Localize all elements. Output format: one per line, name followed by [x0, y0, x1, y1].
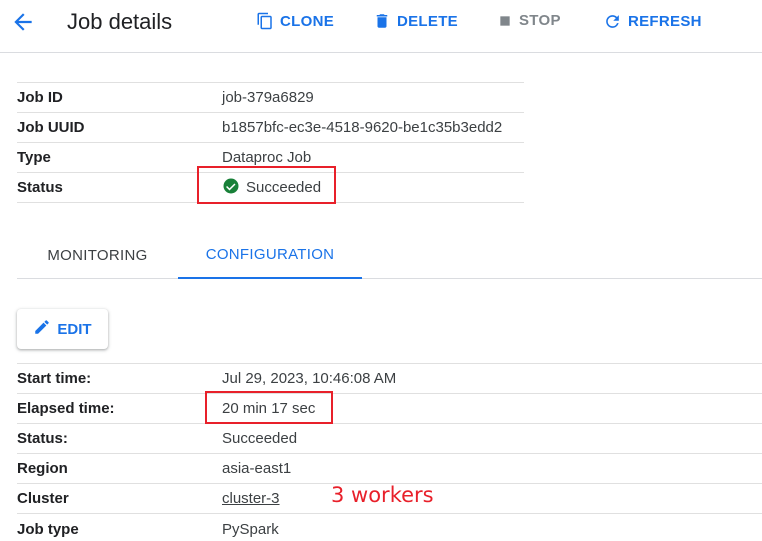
configuration-table: Start time: Jul 29, 2023, 10:46:08 AM El… [17, 363, 762, 541]
copy-icon [256, 12, 274, 30]
detail-label: Region [17, 460, 68, 477]
detail-value: Succeeded [222, 430, 298, 447]
clone-button[interactable]: CLONE [256, 12, 334, 30]
elapsed-highlight-box [205, 391, 333, 424]
detail-row-start-time: Start time: Jul 29, 2023, 10:46:08 AM [17, 364, 762, 394]
edit-label: EDIT [57, 320, 92, 338]
summary-row-job-uuid: Job UUID b1857bfc-ec3e-4518-9620-be1c35b… [17, 113, 524, 143]
refresh-label: REFRESH [628, 13, 702, 30]
detail-value: Jul 29, 2023, 10:46:08 AM [222, 370, 397, 387]
summary-value: b1857bfc-ec3e-4518-9620-be1c35b3edd2 [222, 119, 503, 136]
summary-label: Type [17, 149, 51, 166]
detail-label: Job type [17, 520, 79, 538]
tab-monitoring[interactable]: MONITORING [17, 232, 178, 279]
detail-value: PySpark [222, 520, 279, 538]
top-bar: Job details CLONE DELETE STOP REFRESH [0, 0, 762, 53]
refresh-button[interactable]: REFRESH [603, 12, 702, 31]
detail-row-elapsed-time: Elapsed time: 20 min 17 sec [17, 394, 762, 424]
detail-label: Elapsed time: [17, 400, 115, 417]
tab-configuration[interactable]: CONFIGURATION [178, 232, 362, 279]
stop-label: STOP [519, 12, 561, 29]
detail-label: Start time: [17, 370, 92, 387]
detail-row-status: Status: Succeeded [17, 424, 762, 454]
detail-row-region: Region asia-east1 [17, 454, 762, 484]
detail-value: asia-east1 [222, 460, 292, 477]
delete-label: DELETE [397, 12, 458, 30]
annotation-note: 3 workers [331, 483, 434, 507]
tab-bar: MONITORING CONFIGURATION [17, 232, 762, 279]
summary-value: job-379a6829 [222, 89, 314, 106]
stop-button[interactable]: STOP [497, 12, 561, 29]
delete-button[interactable]: DELETE [373, 12, 458, 30]
pencil-icon [33, 318, 51, 340]
page-title: Job details [67, 9, 173, 34]
summary-label: Job UUID [17, 119, 85, 136]
summary-label: Status [17, 179, 63, 196]
back-arrow-icon[interactable] [10, 9, 36, 35]
summary-row-job-id: Job ID job-379a6829 [17, 83, 524, 113]
trash-icon [373, 12, 391, 30]
detail-row-job-type: Job type PySpark [17, 514, 762, 541]
cluster-link[interactable]: cluster-3 [222, 490, 280, 507]
summary-label: Job ID [17, 89, 63, 106]
refresh-icon [603, 12, 622, 31]
detail-label: Status: [17, 430, 68, 447]
detail-label: Cluster [17, 490, 69, 507]
clone-label: CLONE [280, 12, 334, 30]
edit-button[interactable]: EDIT [17, 309, 108, 349]
status-highlight-box [197, 166, 336, 204]
stop-icon [497, 13, 513, 29]
summary-value: Dataproc Job [222, 149, 312, 166]
